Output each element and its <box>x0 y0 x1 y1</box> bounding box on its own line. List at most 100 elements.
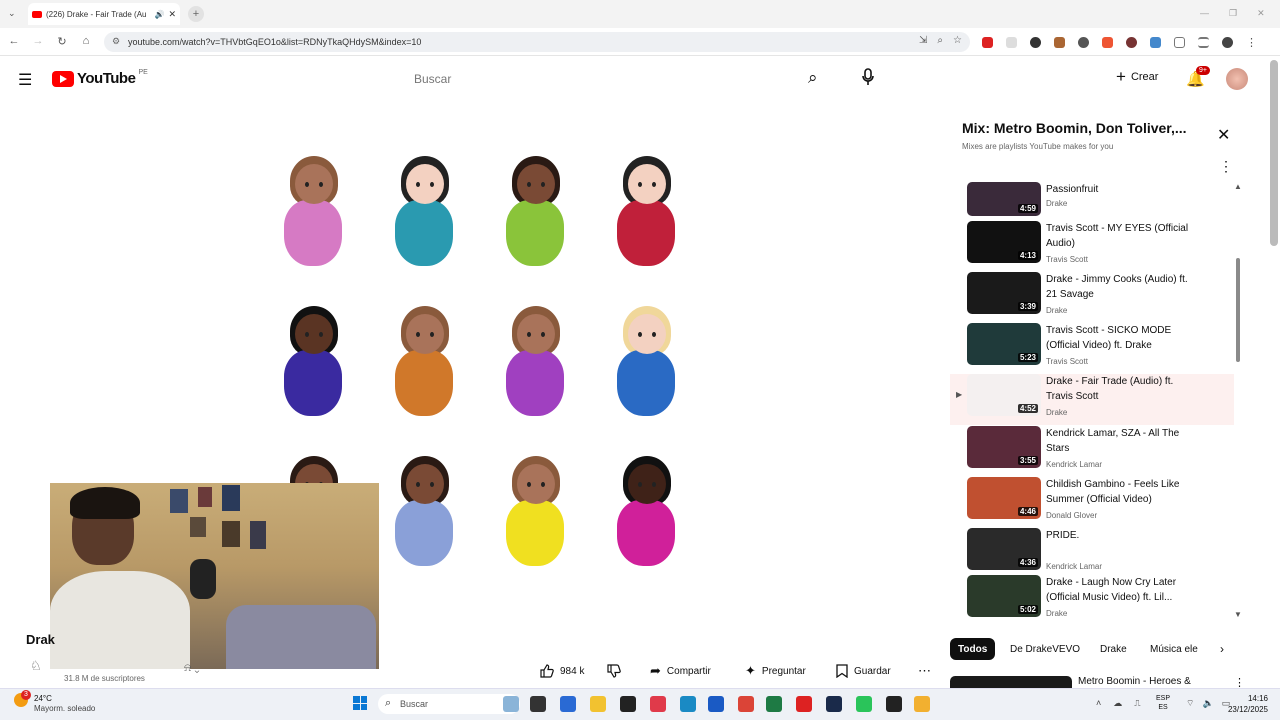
scroll-up-icon[interactable]: ▲ <box>1234 182 1242 191</box>
reload-icon[interactable]: ↻ <box>54 35 70 48</box>
widgets-icon[interactable] <box>503 696 519 712</box>
bookmark-star-icon[interactable]: ☆ <box>953 35 962 46</box>
save-button[interactable]: Guardar <box>836 662 891 680</box>
taskbar-search[interactable]: ⌕ Buscar <box>378 694 520 714</box>
extension-icon[interactable] <box>1006 37 1017 48</box>
filter-chip[interactable]: Música ele <box>1142 638 1206 660</box>
weather-widget[interactable]: 24°C Mayorm. soleado <box>34 694 95 714</box>
playlist-item-thumbnail[interactable]: 4:52 <box>967 374 1041 416</box>
reading-list-icon[interactable] <box>1198 37 1209 48</box>
playlist-item[interactable]: 5:23 Travis Scott - SICKO MODE (Official … <box>950 323 1234 374</box>
extension-icon[interactable] <box>1078 37 1089 48</box>
playlist-item-title[interactable]: Passionfruit <box>1046 182 1196 197</box>
onedrive-icon[interactable]: ☁ <box>1113 698 1122 709</box>
zoom-icon[interactable]: ⌕ <box>937 35 943 46</box>
music-app-icon[interactable] <box>650 696 666 712</box>
paint-icon[interactable] <box>914 696 930 712</box>
edge-icon[interactable] <box>680 696 696 712</box>
microphone-icon[interactable] <box>862 68 874 86</box>
address-bar[interactable]: ⚙ youtube.com/watch?v=THVbtGqEO1o&list=R… <box>104 32 970 52</box>
browser-tab-active[interactable]: (226) Drake - Fair Trade (Au 🔊 ✕ <box>28 3 180 25</box>
tab-list-chevron-icon[interactable]: ⌄ <box>8 8 16 19</box>
acrobat-icon[interactable] <box>796 696 812 712</box>
new-tab-button[interactable]: + <box>188 6 204 22</box>
extensions-puzzle-icon[interactable] <box>1174 37 1185 48</box>
filter-chip[interactable]: Todos <box>950 638 996 660</box>
profile-avatar-icon[interactable] <box>1222 37 1233 48</box>
task-view-icon[interactable] <box>530 696 546 712</box>
extension-icon[interactable] <box>1030 37 1041 48</box>
install-app-icon[interactable]: ⇲ <box>919 35 927 46</box>
speaker-icon[interactable]: 🔊 <box>154 10 164 19</box>
store-icon[interactable] <box>560 696 576 712</box>
page-scrollbar[interactable] <box>1270 60 1278 246</box>
playlist-item[interactable]: 4:36 PRIDE. Kendrick Lamar <box>950 528 1234 579</box>
minimize-icon[interactable]: — <box>1200 8 1209 19</box>
playlist-item-thumbnail[interactable]: 3:39 <box>967 272 1041 314</box>
subscribe-bell-icon[interactable]: ⍾ ⌄ <box>184 662 200 675</box>
youtube-logo[interactable]: YouTube PE <box>52 69 148 87</box>
mail-icon[interactable] <box>708 696 724 712</box>
back-icon[interactable]: ← <box>6 35 22 48</box>
search-input[interactable]: Buscar <box>402 64 842 94</box>
extension-icon[interactable] <box>1054 37 1065 48</box>
maximize-icon[interactable]: ❐ <box>1229 8 1237 19</box>
file-explorer-icon[interactable] <box>590 696 606 712</box>
playlist-item-thumbnail[interactable]: 4:46 <box>967 477 1041 519</box>
live-app-icon[interactable] <box>620 696 636 712</box>
playlist-item-title[interactable]: Drake - Jimmy Cooks (Audio) ft. 21 Savag… <box>1046 272 1196 302</box>
playlist-item-thumbnail[interactable]: 4:36 <box>967 528 1041 570</box>
scroll-down-icon[interactable]: ▼ <box>1234 610 1242 619</box>
next-video-thumbnail[interactable] <box>950 676 1072 688</box>
next-video-title[interactable]: Metro Boomin - Heroes & <box>1078 676 1191 687</box>
playlist-close-icon[interactable]: ✕ <box>1217 125 1230 145</box>
home-icon[interactable]: ⌂ <box>78 35 94 48</box>
window-close-icon[interactable]: ✕ <box>1257 8 1265 19</box>
browser-menu-icon[interactable]: ⋮ <box>1246 36 1257 49</box>
playlist-item-title[interactable]: Kendrick Lamar, SZA - All The Stars <box>1046 426 1196 456</box>
tray-overflow-icon[interactable]: ˄ <box>1096 698 1101 709</box>
dislike-button[interactable] <box>607 662 621 680</box>
extension-icon[interactable] <box>1150 37 1161 48</box>
playlist-item-thumbnail[interactable]: 5:02 <box>967 575 1041 617</box>
channel-name[interactable]: Drak <box>26 632 55 647</box>
filter-chip[interactable]: Drake <box>1092 638 1135 660</box>
playlist-item[interactable]: 3:55 Kendrick Lamar, SZA - All The Stars K… <box>950 426 1234 477</box>
clock[interactable]: 14:16 23/12/2025 <box>1222 693 1268 715</box>
chrome-icon[interactable] <box>738 696 754 712</box>
playlist-item-thumbnail[interactable]: 3:55 <box>967 426 1041 468</box>
channel-owl-avatar[interactable]: ♘ <box>30 658 48 678</box>
share-button[interactable]: ➦ Compartir <box>650 662 711 680</box>
epic-games-icon[interactable] <box>886 696 902 712</box>
playlist-scrollbar[interactable] <box>1236 258 1240 362</box>
playlist-item[interactable]: ▶ 4:52 Drake - Fair Trade (Audio) ft. Trav… <box>950 374 1234 425</box>
playlist-item-thumbnail[interactable]: 5:23 <box>967 323 1041 365</box>
playlist-item-title[interactable]: PRIDE. <box>1046 528 1196 543</box>
playlist-item[interactable]: 4:13 Travis Scott - MY EYES (Official Aud… <box>950 221 1234 272</box>
forward-icon[interactable]: → <box>30 35 46 48</box>
excel-icon[interactable] <box>766 696 782 712</box>
extension-new-icon[interactable] <box>982 37 993 48</box>
playlist-item[interactable]: 5:02 Drake - Laugh Now Cry Later (Officia… <box>950 575 1234 626</box>
extension-icon[interactable] <box>1126 37 1137 48</box>
tab-close-icon[interactable]: ✕ <box>168 9 176 20</box>
playlist-item-title[interactable]: Travis Scott - MY EYES (Official Audio) <box>1046 221 1196 251</box>
chips-next-icon[interactable]: › <box>1220 642 1224 656</box>
hamburger-menu-icon[interactable]: ☰ <box>18 70 32 90</box>
playlist-item-thumbnail[interactable]: 4:59 <box>967 182 1041 216</box>
playlist-item-title[interactable]: Drake - Laugh Now Cry Later (Official Mu… <box>1046 575 1196 605</box>
create-button[interactable]: + Crear <box>1116 68 1158 85</box>
playlist-item-title[interactable]: Childish Gambino - Feels Like Summer (Of… <box>1046 477 1196 507</box>
more-actions-icon[interactable]: ⋯ <box>918 662 931 680</box>
extension-icon[interactable] <box>1102 37 1113 48</box>
language-indicator[interactable]: ESP ES <box>1156 694 1170 712</box>
account-avatar[interactable] <box>1226 68 1248 90</box>
playlist-menu-icon[interactable]: ⋮ <box>1219 158 1233 175</box>
search-icon[interactable]: ⌕ <box>808 68 818 88</box>
playlist-item[interactable]: 4:59 Passionfruit Drake <box>950 182 1234 218</box>
steam-icon[interactable] <box>826 696 842 712</box>
whatsapp-icon[interactable] <box>856 696 872 712</box>
usb-icon[interactable]: ⎍ <box>1134 698 1140 709</box>
like-button[interactable]: 984 k <box>540 662 584 680</box>
filter-chip[interactable]: De DrakeVEVO <box>1002 638 1088 660</box>
